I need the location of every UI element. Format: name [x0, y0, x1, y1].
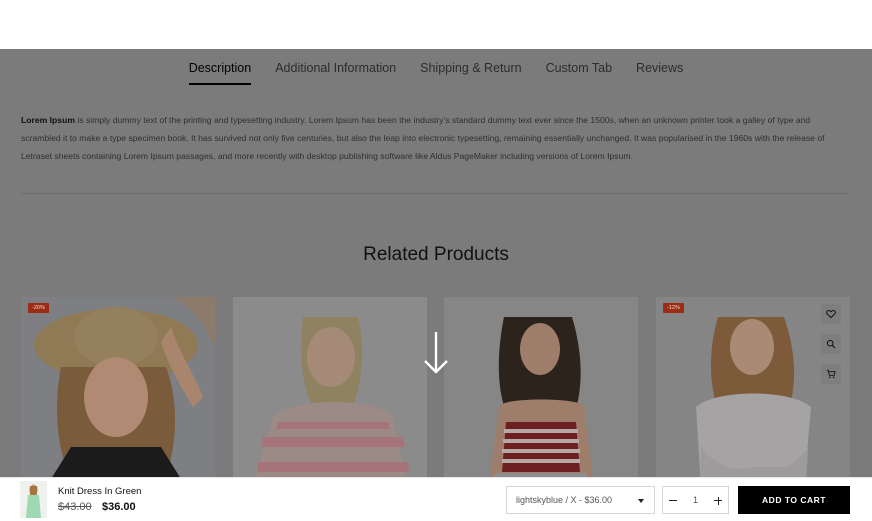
discount-badge: -20% — [28, 303, 49, 313]
tab-reviews[interactable]: Reviews — [636, 61, 683, 85]
variant-select[interactable]: lightskyblue / X - $36.00 — [506, 486, 655, 514]
product-card-4[interactable]: -12% — [656, 297, 850, 477]
price-original: $43.00 — [58, 501, 92, 513]
quantity-stepper: 1 — [662, 486, 729, 514]
tab-additional-information[interactable]: Additional Information — [275, 61, 396, 85]
cart-icon — [826, 369, 836, 378]
woman-striped-tank-photo — [444, 297, 638, 477]
product-card-1[interactable]: -20% — [21, 297, 215, 477]
woman-sun-hat-photo — [21, 297, 215, 477]
discount-badge: -12% — [663, 303, 684, 313]
quick-view-button[interactable] — [821, 334, 841, 354]
quick-actions — [821, 304, 841, 384]
related-products-title: Related Products — [363, 244, 509, 265]
product-thumbnail — [20, 481, 47, 518]
description-body: is simply dummy text of the printing and… — [21, 115, 825, 161]
description-lead: Lorem Ipsum — [21, 115, 75, 125]
sticky-product-name: Knit Dress In Green — [58, 486, 142, 497]
woman-striped-sweater-photo — [233, 297, 427, 477]
search-icon — [826, 339, 836, 349]
product-card-2[interactable] — [233, 297, 427, 477]
plus-icon-vertical[interactable] — [717, 496, 719, 505]
tab-custom[interactable]: Custom Tab — [546, 61, 612, 85]
description-text: Lorem Ipsum is simply dummy text of the … — [21, 111, 841, 165]
tab-shipping-return[interactable]: Shipping & Return — [420, 61, 521, 85]
tab-description[interactable]: Description — [188, 61, 252, 85]
sticky-add-to-cart-bar: Knit Dress In Green $43.00 $36.00 lights… — [0, 477, 872, 521]
product-card-3[interactable] — [444, 297, 638, 477]
quick-add-button[interactable] — [821, 364, 841, 384]
add-to-cart-button[interactable]: ADD TO CART — [738, 486, 850, 514]
caret-down-icon — [638, 499, 644, 503]
wishlist-button[interactable] — [821, 304, 841, 324]
section-divider — [21, 193, 850, 194]
price-sale: $36.00 — [102, 501, 136, 513]
product-tabs: Description Additional Information Shipp… — [0, 61, 872, 85]
header-area — [0, 0, 872, 49]
variant-selected-value: lightskyblue / X - $36.00 — [516, 495, 613, 505]
page-content-dimmed: Description Additional Information Shipp… — [0, 49, 872, 477]
arrow-down-icon — [424, 332, 448, 374]
heart-icon — [826, 310, 836, 319]
knit-dress-photo — [20, 481, 47, 518]
